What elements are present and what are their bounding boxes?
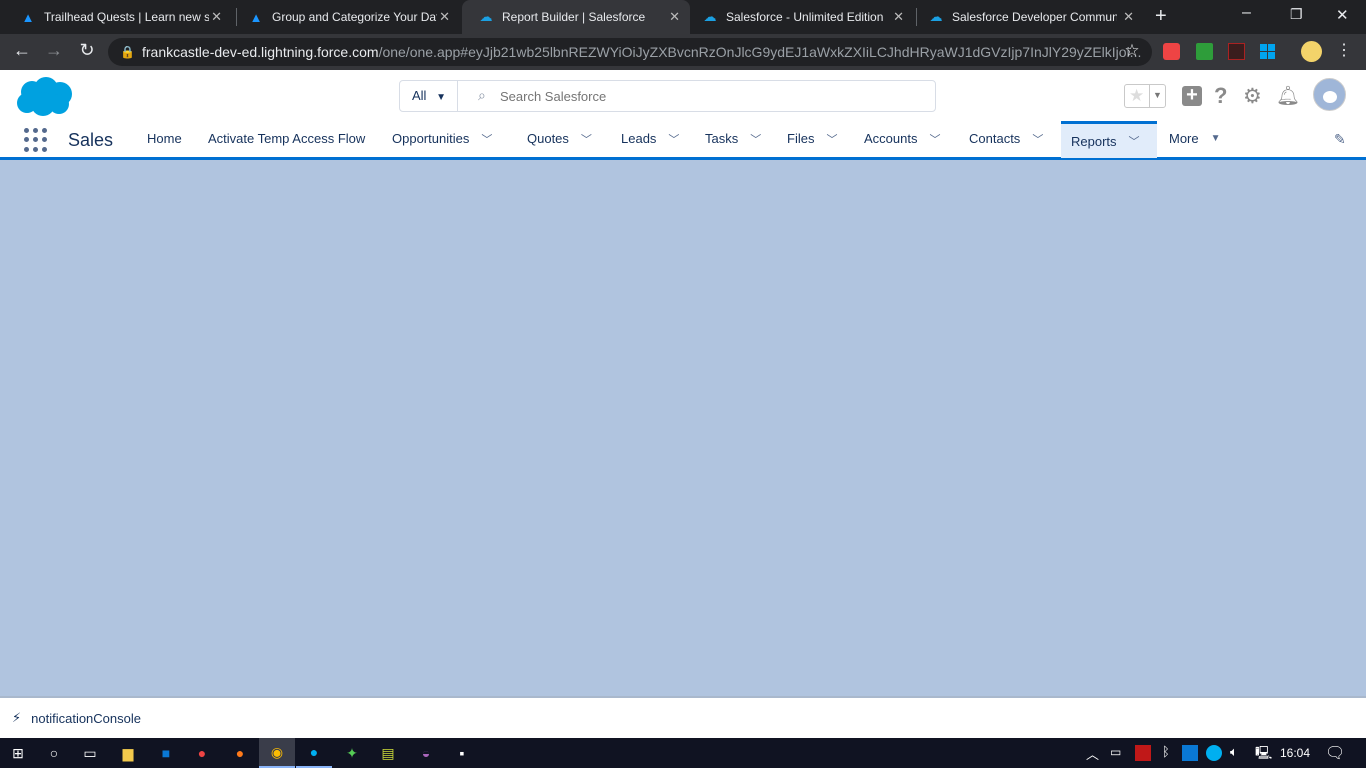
battery-icon[interactable]: ▭: [1110, 745, 1121, 759]
action-center-icon[interactable]: 🗨︎: [1325, 743, 1345, 763]
close-tab-icon[interactable]: ✕: [669, 9, 680, 25]
nav-item-activate-temp-access-flow[interactable]: Activate Temp Access Flow: [198, 120, 375, 157]
network-icon[interactable]: 🖳: [1255, 744, 1272, 766]
nav-item-home[interactable]: Home: [137, 120, 192, 157]
chevron-down-icon: ▼: [1153, 90, 1162, 100]
salesforce-cloud-icon: ☁: [703, 9, 717, 24]
extension-icon[interactable]: [1196, 43, 1213, 60]
app-icon[interactable]: ◒: [408, 738, 444, 768]
chevron-down-icon[interactable]: ﹀: [750, 131, 761, 147]
nav-item-tasks[interactable]: Tasks ﹀: [695, 120, 771, 157]
browser-tab-strip: ▲Trailhead Quests | Learn new skills✕ ▲G…: [0, 0, 1366, 34]
utility-bar: ⚡︎ notificationConsole: [0, 696, 1366, 738]
notifications-bell-icon[interactable]: 🔔︎: [1276, 84, 1300, 108]
windows-taskbar: ⊞ ○ ▭ ▆ ■ ● ● ◉ ● ✦ ▤ ◒ ▪ ︿ ▭ ᛒ 🔈︎ 🖳 16:…: [0, 738, 1366, 768]
global-search: All ▼ ⌕: [399, 80, 936, 112]
nav-item-reports[interactable]: Reports ﹀: [1061, 121, 1157, 158]
cortana-search-icon[interactable]: ○: [36, 738, 72, 768]
firefox-icon[interactable]: ●: [222, 738, 258, 768]
close-tab-icon[interactable]: ✕: [893, 9, 904, 25]
setup-gear-icon[interactable]: ⚙: [1243, 84, 1262, 109]
browser-tab[interactable]: ▲ Group and Categorize Your Data ✕: [232, 0, 460, 34]
chevron-down-icon[interactable]: ﹀: [481, 131, 492, 147]
bluetooth-icon[interactable]: ᛒ: [1162, 744, 1170, 759]
close-tab-icon[interactable]: ✕: [1123, 9, 1134, 25]
skype-icon[interactable]: ●: [296, 738, 332, 768]
salesforce-logo: [17, 77, 72, 116]
back-icon[interactable]: ←: [10, 40, 34, 61]
extension-icon[interactable]: [1163, 43, 1180, 60]
chevron-down-icon[interactable]: ﹀: [668, 131, 679, 147]
sticky-notes-icon[interactable]: ▪: [444, 738, 480, 768]
address-bar[interactable]: 🔒 frankcastle-dev-ed.lightning.force.com/…: [108, 38, 1152, 66]
clock[interactable]: 16:04: [1280, 746, 1310, 760]
close-tab-icon[interactable]: ✕: [211, 9, 222, 25]
bookmark-star-icon[interactable]: ☆: [1120, 41, 1144, 61]
nav-item-leads[interactable]: Leads ﹀: [611, 120, 689, 157]
chevron-down-icon: ▼: [436, 92, 446, 103]
trailhead-icon: ▲: [249, 9, 263, 25]
windows-extension-icon[interactable]: [1260, 44, 1275, 59]
show-hidden-icons-chevron[interactable]: ︿: [1086, 744, 1099, 763]
notepad-icon[interactable]: ▤: [370, 738, 406, 768]
chevron-down-icon[interactable]: ﹀: [1032, 131, 1043, 147]
new-tab-button[interactable]: +: [1155, 5, 1167, 28]
salesforce-cloud-icon: ☁: [479, 9, 493, 24]
search-icon: ⌕: [478, 87, 486, 103]
nav-item-opportunities[interactable]: Opportunities ﹀: [382, 120, 502, 157]
nav-item-contacts[interactable]: Contacts ﹀: [959, 120, 1053, 157]
file-explorer-icon[interactable]: ▆: [110, 738, 146, 768]
search-scope-dropdown[interactable]: All ▼: [400, 81, 458, 111]
app-name: Sales: [68, 130, 114, 150]
outlook-icon[interactable]: ■: [148, 738, 184, 768]
browser-tab-active[interactable]: ☁ Report Builder | Salesforce ✕: [462, 0, 690, 34]
help-icon[interactable]: ?: [1214, 83, 1227, 109]
minimize-button[interactable]: –: [1242, 4, 1251, 22]
skype-tray-icon[interactable]: [1206, 745, 1222, 761]
outlook-tray-icon[interactable]: [1182, 745, 1198, 761]
caret-down-icon: ▼: [1210, 133, 1221, 144]
app-icon[interactable]: ●: [184, 738, 220, 768]
star-icon: ★: [1129, 86, 1145, 105]
lightning-bolt-icon: ⚡︎: [12, 710, 22, 725]
nav-item-quotes[interactable]: Quotes ﹀: [517, 120, 602, 157]
browser-tab[interactable]: ▲Trailhead Quests | Learn new skills✕: [4, 0, 232, 34]
pdf-extension-icon[interactable]: [1228, 43, 1245, 60]
chevron-down-icon[interactable]: ﹀: [826, 131, 837, 147]
app-launcher-icon[interactable]: [24, 128, 48, 152]
salesforce-cloud-icon: ☁: [929, 9, 943, 24]
app-icon[interactable]: ✦: [334, 738, 370, 768]
volume-icon[interactable]: 🔈︎: [1230, 744, 1238, 760]
chevron-down-icon[interactable]: ﹀: [1129, 133, 1140, 149]
edit-nav-pencil-icon[interactable]: ✎: [1334, 131, 1346, 148]
browser-tab[interactable]: ☁ Salesforce Developer Community ✕: [912, 0, 1144, 34]
forward-icon[interactable]: →: [42, 40, 66, 61]
profile-avatar[interactable]: [1301, 41, 1322, 62]
report-builder-loading-area: [0, 160, 1366, 696]
app-navigation-bar: Sales Home Activate Temp Access Flow Opp…: [0, 120, 1366, 160]
chevron-down-icon[interactable]: ﹀: [929, 131, 940, 147]
reload-icon[interactable]: ↻: [75, 40, 99, 61]
mcafee-icon[interactable]: [1135, 745, 1151, 761]
search-input[interactable]: [500, 81, 930, 111]
task-view-icon[interactable]: ▭: [72, 738, 108, 768]
trailhead-icon: ▲: [21, 9, 35, 25]
chrome-menu-icon[interactable]: ⋮: [1332, 40, 1356, 60]
close-tab-icon[interactable]: ✕: [439, 9, 450, 25]
chrome-taskbar-icon[interactable]: ◉: [259, 738, 295, 768]
nav-more-menu[interactable]: More ▼: [1159, 120, 1231, 157]
user-avatar[interactable]: [1313, 78, 1346, 111]
nav-item-files[interactable]: Files ﹀: [777, 120, 847, 157]
nav-item-accounts[interactable]: Accounts ﹀: [854, 120, 950, 157]
utility-item-notification-console[interactable]: notificationConsole: [31, 711, 141, 726]
favorites-button[interactable]: ★ ▼: [1124, 84, 1166, 108]
close-window-button[interactable]: ✕: [1336, 6, 1349, 24]
windows-start-icon[interactable]: ⊞: [0, 738, 36, 768]
restore-button[interactable]: ❐: [1290, 6, 1303, 23]
lock-icon: 🔒: [120, 45, 135, 59]
chevron-down-icon[interactable]: ﹀: [581, 131, 592, 147]
global-actions-plus-icon[interactable]: +: [1182, 85, 1202, 106]
browser-tab[interactable]: ☁ Salesforce - Unlimited Edition ✕: [686, 0, 914, 34]
